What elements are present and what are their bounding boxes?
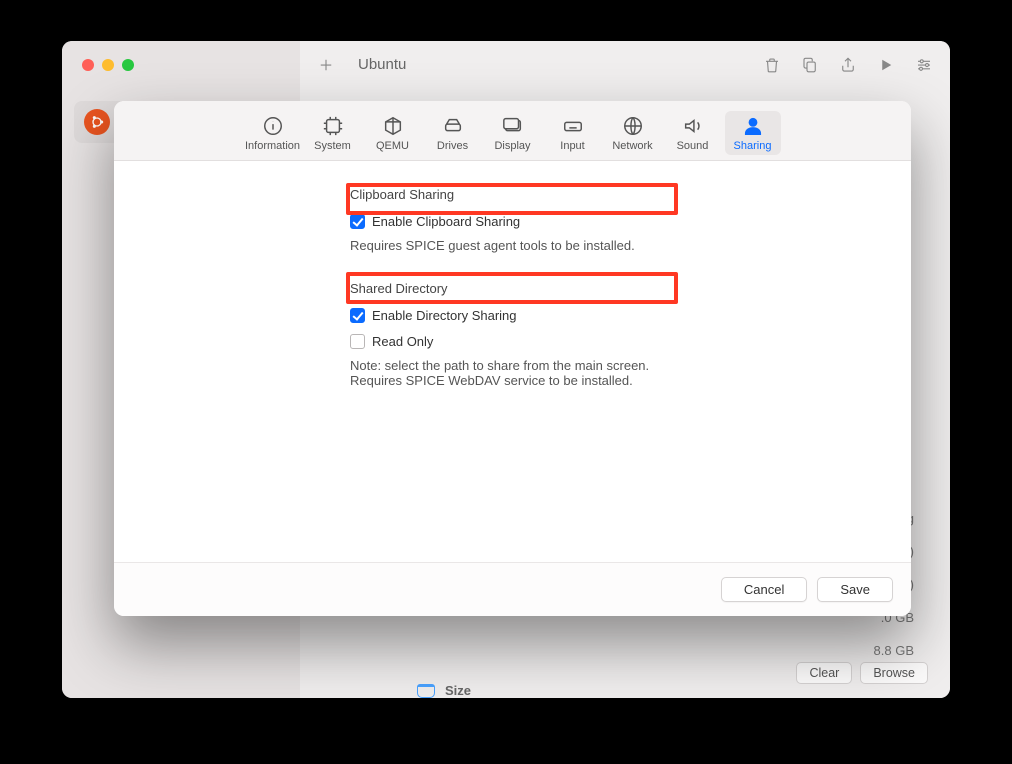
tab-label: Input xyxy=(560,140,584,152)
drive-icon xyxy=(417,684,435,698)
share-icon[interactable] xyxy=(838,55,858,75)
enable-directory-checkbox[interactable] xyxy=(350,308,365,323)
tab-system[interactable]: System xyxy=(305,111,361,155)
settings-sheet: Information System QEMU Drives Display I… xyxy=(114,101,911,616)
duplicate-icon[interactable] xyxy=(800,55,820,75)
zoom-window-icon[interactable] xyxy=(122,59,134,71)
tab-drives[interactable]: Drives xyxy=(425,111,481,155)
enable-directory-row[interactable]: Enable Directory Sharing xyxy=(350,304,871,326)
tab-label: QEMU xyxy=(376,140,409,152)
enable-directory-label: Enable Directory Sharing xyxy=(372,308,517,323)
close-window-icon[interactable] xyxy=(82,59,94,71)
sheet-footer: Cancel Save xyxy=(114,562,911,616)
highlight-clipboard xyxy=(346,183,678,215)
tab-label: Information xyxy=(245,140,300,152)
play-icon[interactable] xyxy=(876,55,896,75)
tab-label: Sharing xyxy=(734,140,772,152)
tab-information[interactable]: Information xyxy=(245,111,301,155)
tab-sound[interactable]: Sound xyxy=(665,111,721,155)
tab-display[interactable]: Display xyxy=(485,111,541,155)
readonly-checkbox[interactable] xyxy=(350,334,365,349)
bg-size-value: 8.8 GB xyxy=(874,643,914,658)
tab-label: System xyxy=(314,140,351,152)
highlight-directory xyxy=(346,272,678,304)
readonly-row[interactable]: Read Only xyxy=(350,330,871,352)
readonly-label: Read Only xyxy=(372,334,433,349)
enable-clipboard-checkbox[interactable] xyxy=(350,214,365,229)
add-vm-button[interactable] xyxy=(316,55,336,75)
save-button[interactable]: Save xyxy=(817,577,893,602)
tab-network[interactable]: Network xyxy=(605,111,661,155)
minimize-window-icon[interactable] xyxy=(102,59,114,71)
tab-label: Network xyxy=(612,140,652,152)
content-toolbar: Ubuntu xyxy=(300,41,950,89)
sheet-body: Clipboard Sharing Enable Clipboard Shari… xyxy=(114,161,911,562)
window-title: Ubuntu xyxy=(358,56,406,73)
tab-label: Display xyxy=(494,140,530,152)
directory-helper: Note: select the path to share from the … xyxy=(350,358,680,388)
tab-sharing[interactable]: Sharing xyxy=(725,111,781,155)
settings-tabbar: Information System QEMU Drives Display I… xyxy=(114,101,911,161)
tab-label: Sound xyxy=(677,140,709,152)
bg-size-row: Size xyxy=(417,683,471,698)
main-toolbar: Ubuntu xyxy=(62,41,950,89)
clipboard-helper: Requires SPICE guest agent tools to be i… xyxy=(350,238,871,253)
ubuntu-logo-icon xyxy=(84,109,110,135)
tab-qemu[interactable]: QEMU xyxy=(365,111,421,155)
bg-size-label: Size xyxy=(445,683,471,698)
enable-clipboard-label: Enable Clipboard Sharing xyxy=(372,214,520,229)
clear-button[interactable]: Clear xyxy=(796,662,852,684)
cancel-button[interactable]: Cancel xyxy=(721,577,807,602)
trash-icon[interactable] xyxy=(762,55,782,75)
tab-label: Drives xyxy=(437,140,468,152)
browse-button[interactable]: Browse xyxy=(860,662,928,684)
traffic-lights xyxy=(62,41,300,89)
settings-sliders-icon[interactable] xyxy=(914,55,934,75)
bg-dir-buttons: Clear Browse xyxy=(796,662,928,684)
tab-input[interactable]: Input xyxy=(545,111,601,155)
